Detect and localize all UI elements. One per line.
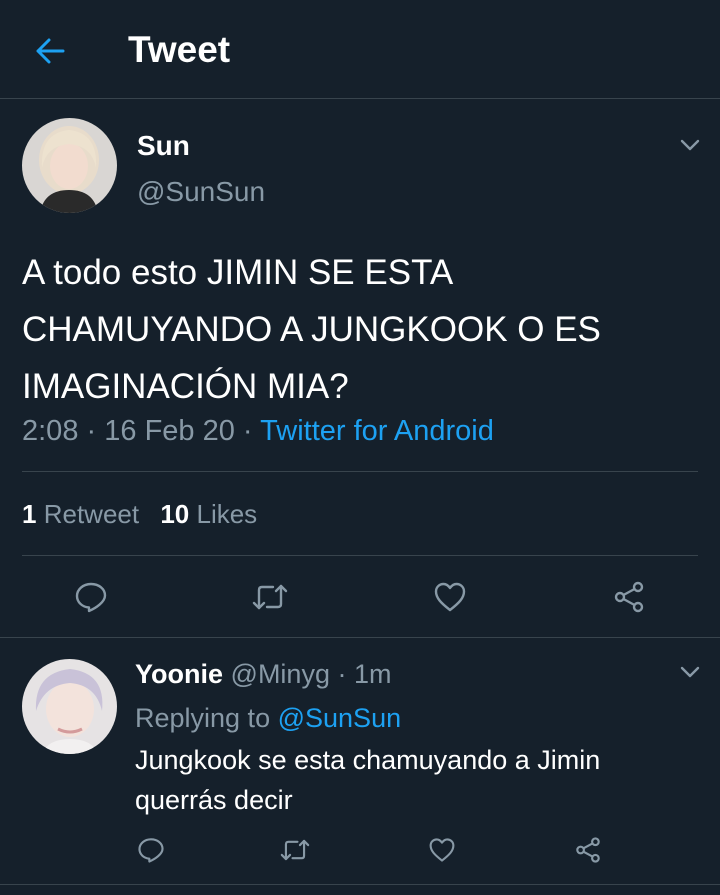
tweet-source-link[interactable]: Twitter for Android [260,415,494,447]
retweet-button[interactable] [249,576,291,618]
like-button[interactable] [429,576,471,618]
top-bar: Tweet [0,0,720,99]
like-label: Likes [196,499,258,529]
replying-to-label: Replying to [135,703,271,733]
chevron-down-icon [680,666,700,678]
replying-to-handle[interactable]: @SunSun [278,703,402,733]
tweet-date: 16 Feb 20 [104,415,235,447]
like-count: 10 [160,499,190,529]
author-handle[interactable]: @SunSun [137,176,265,208]
reply-retweet-button[interactable] [277,833,313,867]
reply-like-button[interactable] [425,833,459,867]
tweet-meta: 2:08 · 16 Feb 20 · Twitter for Android [22,413,494,449]
separator: · [86,415,97,447]
tweet-stats: 1 Retweet 10 Likes [22,497,257,531]
tweet-menu-button[interactable] [678,133,702,157]
avatar-image [22,118,117,213]
arrow-left-icon [36,38,65,64]
reply-reply-button[interactable] [134,833,168,867]
reply-header: Yoonie @Minyg · 1m [135,656,392,692]
reply-author-name[interactable]: Yoonie [135,659,223,689]
avatar[interactable] [22,118,117,213]
tweet-text: A todo esto JIMIN SE ESTA CHAMUYANDO A J… [22,253,601,406]
separator: · [337,659,347,689]
divider [22,471,698,472]
divider [22,555,698,556]
reply-avatar[interactable] [22,659,117,754]
reply-menu-button[interactable] [678,660,702,684]
reply-text: Jungkook se esta chamuyando a Jimin quer… [135,745,601,815]
like-icon [434,582,466,612]
reply-share-button[interactable] [571,833,605,867]
retweet-icon [280,839,310,861]
retweet-label: Retweet [43,499,140,529]
share-icon [576,837,600,863]
reply-age: 1m [354,659,392,689]
reply-icon [75,582,107,613]
page-title: Tweet [128,29,231,70]
share-icon [614,581,644,613]
retweet-count: 1 [22,499,37,529]
avatar-image [22,659,117,754]
likes-stat[interactable]: 10 Likes [160,499,257,529]
tweet-time: 2:08 [22,415,79,447]
back-button[interactable] [30,31,70,71]
author-name[interactable]: Sun [137,130,190,162]
reply-author-handle[interactable]: @Minyg [231,659,330,689]
reply-button[interactable] [70,576,112,618]
divider [0,637,720,638]
replying-to: Replying to @SunSun [135,700,401,736]
share-button[interactable] [608,576,650,618]
retweet-icon [252,584,288,610]
retweets-stat[interactable]: 1 Retweet [22,499,146,529]
reply-icon [138,838,164,863]
separator: · [242,415,253,447]
divider [0,884,720,885]
like-icon [429,838,455,862]
chevron-down-icon [680,139,700,151]
